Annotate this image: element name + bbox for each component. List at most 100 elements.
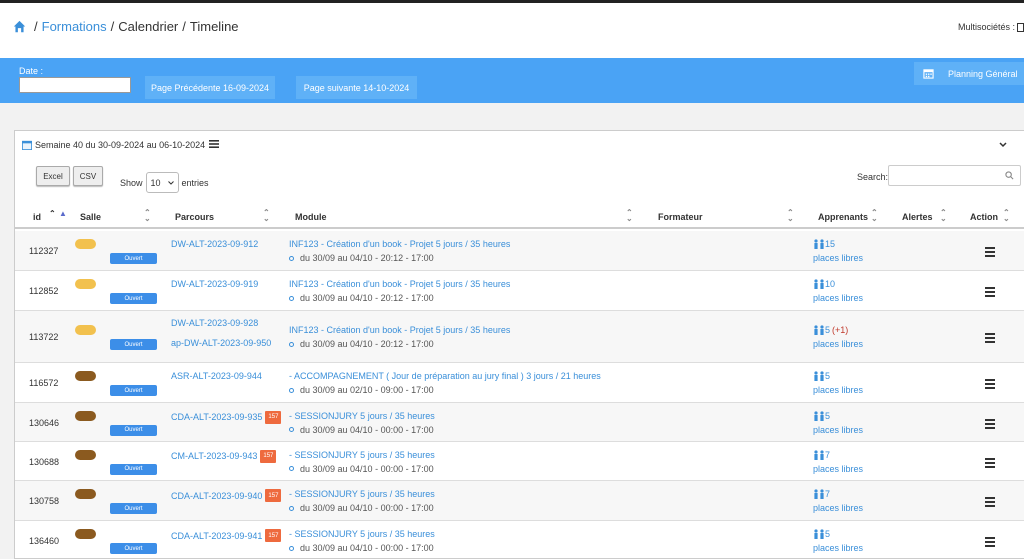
row-menu-icon[interactable] bbox=[985, 457, 995, 470]
table-row: 112327 Ouvert DW-ALT-2023-09-912 INF123 - C… bbox=[15, 231, 1024, 271]
csv-export-button[interactable]: CSV bbox=[73, 166, 103, 186]
search-input[interactable] bbox=[888, 165, 1021, 186]
places-libres-link[interactable]: places libres bbox=[813, 464, 863, 474]
multisocietes-label: Multisociétés : bbox=[957, 22, 1015, 32]
places-libres-link[interactable]: places libres bbox=[813, 339, 863, 349]
sort-icon[interactable]: ⌃ ⌄ bbox=[1003, 209, 1010, 223]
entries-select[interactable]: 10 bbox=[145, 172, 179, 193]
breadcrumb-separator: / bbox=[182, 19, 186, 34]
excel-export-button[interactable]: Excel bbox=[36, 166, 70, 186]
module-link[interactable]: INF123 - Création d'un book - Projet 5 j… bbox=[289, 239, 510, 249]
row-id: 130688 bbox=[29, 456, 60, 467]
places-libres-link[interactable]: places libres bbox=[813, 543, 863, 553]
column-id[interactable]: id bbox=[33, 212, 41, 222]
sort-asc-icon[interactable]: ⌃ bbox=[49, 210, 56, 218]
status-badge: Ouvert bbox=[110, 385, 157, 396]
module-link[interactable]: - SESSIONJURY 5 jours / 35 heures bbox=[289, 450, 435, 460]
status-badge: Ouvert bbox=[110, 293, 157, 304]
breadcrumb-calendrier: Calendrier bbox=[118, 19, 179, 34]
sort-icon[interactable]: ⌃ ⌄ bbox=[871, 209, 878, 223]
next-page-button[interactable]: Page suivante 14-10-2024 bbox=[296, 76, 417, 99]
circle-icon bbox=[289, 466, 294, 471]
home-icon[interactable] bbox=[13, 20, 26, 33]
table-row: 130646 Ouvert CDA-ALT-2023-09-935 157 - SESS… bbox=[15, 403, 1024, 442]
parcours-link-text: ASR-ALT-2023-09-944 bbox=[171, 371, 262, 381]
multisocietes-checkbox[interactable] bbox=[1017, 22, 1024, 32]
sort-icon[interactable]: ⌃ ⌄ bbox=[144, 209, 151, 223]
chevron-down-icon[interactable] bbox=[999, 140, 1007, 150]
apprenants-count[interactable]: 10 bbox=[813, 279, 835, 289]
apprenants-count[interactable]: 5 bbox=[813, 411, 830, 421]
row-menu-icon[interactable] bbox=[985, 418, 995, 431]
module-link[interactable]: INF123 - Création d'un book - Projet 5 j… bbox=[289, 279, 510, 289]
apprenants-count[interactable]: 5 bbox=[813, 371, 830, 381]
parcours-link[interactable]: CDA-ALT-2023-09-940 157 bbox=[171, 489, 282, 502]
sort-icon[interactable]: ⌃ ⌄ bbox=[626, 209, 633, 223]
apprenants-value: 5 bbox=[825, 325, 831, 335]
people-icon bbox=[814, 371, 824, 381]
people-icon bbox=[814, 325, 824, 335]
apprenants-value: 7 bbox=[825, 489, 831, 499]
column-action[interactable]: Action bbox=[970, 212, 998, 222]
parcours-link[interactable]: DW-ALT-2023-09-928 bbox=[171, 318, 258, 328]
date-input[interactable] bbox=[19, 77, 131, 93]
parcours-link[interactable]: ap-DW-ALT-2023-09-950 bbox=[171, 338, 271, 348]
parcours-link[interactable]: CDA-ALT-2023-09-941 157 bbox=[171, 529, 282, 542]
module-link[interactable]: - ACCOMPAGNEMENT ( Jour de préparation a… bbox=[289, 371, 601, 381]
apprenants-count[interactable]: 7 bbox=[813, 489, 830, 499]
parcours-link-text: CDA-ALT-2023-09-940 bbox=[171, 490, 263, 501]
parcours-link[interactable]: DW-ALT-2023-09-919 bbox=[171, 279, 258, 289]
places-libres-link[interactable]: places libres bbox=[813, 293, 863, 303]
entries-select-value: 10 bbox=[150, 177, 161, 188]
places-libres-link[interactable]: places libres bbox=[813, 503, 863, 513]
apprenants-count[interactable]: 5 (+1) bbox=[813, 325, 848, 335]
breadcrumb-formations[interactable]: Formations bbox=[42, 19, 107, 34]
breadcrumb: / Formations / Calendrier / Timeline bbox=[13, 19, 239, 34]
column-formateur[interactable]: Formateur bbox=[658, 212, 703, 222]
column-parcours[interactable]: Parcours bbox=[175, 212, 214, 222]
module-link[interactable]: - SESSIONJURY 5 jours / 35 heures bbox=[289, 529, 435, 539]
apprenants-count[interactable]: 7 bbox=[813, 450, 830, 460]
module-link[interactable]: - SESSIONJURY 5 jours / 35 heures bbox=[289, 489, 435, 499]
apprenants-value: 5 bbox=[825, 371, 831, 381]
parcours-link[interactable]: CDA-ALT-2023-09-935 157 bbox=[171, 410, 282, 424]
places-libres-link[interactable]: places libres bbox=[813, 385, 863, 395]
count-badge: 157 bbox=[265, 529, 282, 542]
column-salle[interactable]: Salle bbox=[80, 212, 101, 222]
sort-icon[interactable]: ⌃ ⌄ bbox=[263, 209, 270, 223]
module-dates-text: du 30/09 au 02/10 - 09:00 - 17:00 bbox=[300, 385, 434, 395]
people-icon bbox=[814, 239, 824, 249]
module-dates: du 30/09 au 04/10 - 00:00 - 17:00 bbox=[289, 503, 434, 513]
places-libres-link[interactable]: places libres bbox=[813, 425, 863, 435]
places-libres-link[interactable]: places libres bbox=[813, 253, 863, 263]
circle-icon bbox=[289, 295, 294, 301]
row-menu-icon[interactable] bbox=[985, 287, 995, 299]
multisocietes-toggle[interactable]: Multisociétés : bbox=[958, 22, 1024, 32]
apprenants-value: 5 bbox=[825, 410, 831, 421]
apprenants-count[interactable]: 5 bbox=[813, 529, 830, 539]
module-dates: du 30/09 au 04/10 - 00:00 - 17:00 bbox=[289, 425, 434, 435]
sort-icon[interactable]: ⌃ ⌄ bbox=[787, 209, 794, 223]
previous-page-button[interactable]: Page Précédente 16-09-2024 bbox=[145, 76, 275, 99]
circle-icon bbox=[289, 387, 294, 393]
salle-indicator bbox=[75, 449, 96, 460]
menu-icon[interactable] bbox=[209, 140, 222, 150]
planning-general-button[interactable]: Planning Général bbox=[914, 62, 1024, 85]
column-apprenants[interactable]: Apprenants bbox=[818, 212, 868, 222]
column-module[interactable]: Module bbox=[295, 212, 327, 222]
module-link[interactable]: - SESSIONJURY 5 jours / 35 heures bbox=[289, 411, 435, 421]
parcours-link[interactable]: ASR-ALT-2023-09-944 bbox=[171, 371, 262, 381]
sort-icon[interactable]: ⌃ ⌄ bbox=[940, 209, 947, 223]
row-menu-icon[interactable] bbox=[985, 379, 995, 391]
module-link[interactable]: INF123 - Création d'un book - Projet 5 j… bbox=[289, 325, 510, 335]
row-menu-icon[interactable] bbox=[985, 497, 995, 509]
apprenants-count[interactable]: 15 bbox=[813, 239, 835, 249]
row-menu-icon[interactable] bbox=[985, 333, 995, 345]
status-badge: Ouvert bbox=[110, 424, 157, 436]
column-alertes[interactable]: Alertes bbox=[902, 212, 933, 222]
parcours-link[interactable]: DW-ALT-2023-09-912 bbox=[171, 239, 258, 249]
parcours-link[interactable]: CM-ALT-2023-09-943 157 bbox=[171, 449, 277, 463]
parcours-link-text: DW-ALT-2023-09-912 bbox=[171, 239, 259, 249]
row-menu-icon[interactable] bbox=[985, 247, 995, 259]
row-menu-icon[interactable] bbox=[985, 537, 995, 549]
